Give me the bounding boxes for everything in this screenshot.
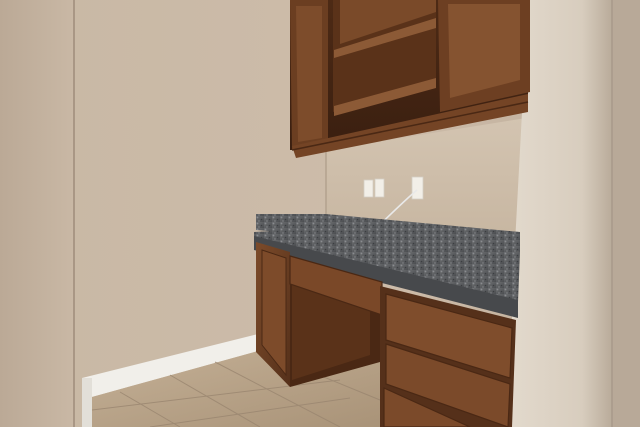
left-side-wall	[0, 0, 74, 427]
right-far-wall	[612, 0, 640, 427]
wall-outlet	[411, 176, 424, 200]
kitchen-desk-photo	[0, 0, 640, 427]
wall-outlet	[363, 179, 374, 198]
light-switch	[374, 178, 385, 198]
photo-illustration	[0, 0, 640, 427]
